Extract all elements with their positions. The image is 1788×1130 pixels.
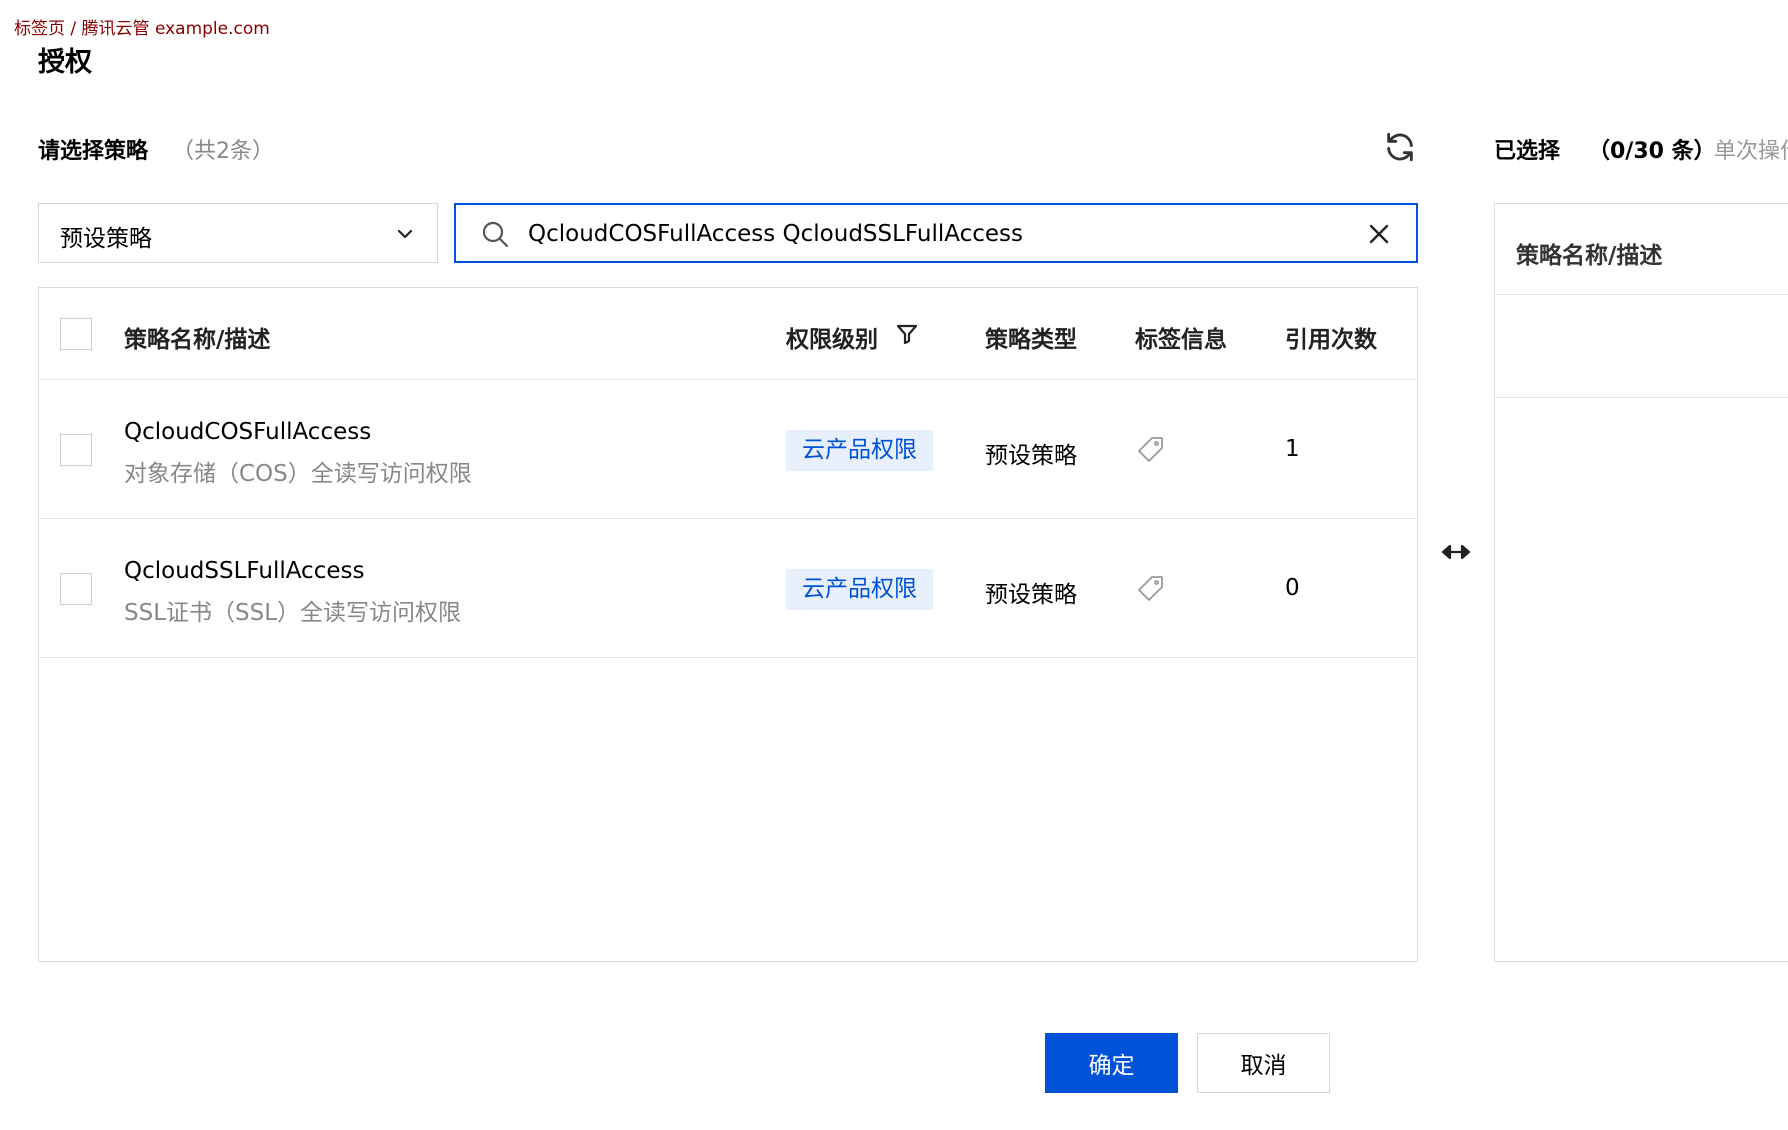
tag-icon[interactable]: [1135, 574, 1165, 604]
table-header: 策略名称/描述 权限级别 策略类型 标签信息 引用次数: [39, 288, 1417, 380]
search-icon: [482, 221, 509, 248]
selected-title: 已选择: [1494, 139, 1561, 164]
policy-type: 预设策略: [985, 443, 1077, 469]
column-header-refs: 引用次数: [1285, 327, 1377, 353]
column-header-level: 权限级别: [786, 327, 878, 353]
policy-section-title: 请选择策略: [38, 139, 149, 164]
row-checkbox[interactable]: [60, 434, 92, 466]
policy-type-value: 预设策略: [60, 226, 152, 252]
permission-level-tag: 云产品权限: [786, 569, 933, 610]
table-row[interactable]: QcloudCOSFullAccess 对象存储（COS）全读写访问权限 云产品…: [39, 380, 1417, 519]
policy-count: （共2条）: [172, 139, 274, 164]
search-input[interactable]: [528, 217, 1308, 251]
policy-description: 对象存储（COS）全读写访问权限: [124, 461, 472, 487]
cancel-button[interactable]: 取消: [1197, 1033, 1330, 1093]
selected-column-header: 策略名称/描述: [1516, 243, 1663, 269]
chevron-down-icon: [397, 229, 413, 239]
reference-count: 0: [1285, 575, 1300, 601]
policy-table: 策略名称/描述 权限级别 策略类型 标签信息 引用次数 QcloudCOSFul…: [38, 287, 1418, 962]
search-box: [454, 203, 1418, 263]
policy-type: 预设策略: [985, 582, 1077, 608]
selected-note: 单次操作: [1714, 139, 1788, 164]
filter-icon[interactable]: [895, 322, 919, 346]
dialog-title: 授权: [38, 47, 92, 78]
confirm-button[interactable]: 确定: [1045, 1033, 1178, 1093]
selected-count: （0/30 条）: [1588, 139, 1716, 164]
tag-icon[interactable]: [1135, 435, 1165, 465]
policy-description: SSL证书（SSL）全读写访问权限: [124, 600, 462, 626]
policy-name: QcloudSSLFullAccess: [124, 558, 365, 584]
permission-level-tag: 云产品权限: [786, 430, 933, 471]
selected-table: 策略名称/描述: [1494, 203, 1788, 962]
close-icon[interactable]: [1368, 223, 1390, 245]
reference-count: 1: [1285, 436, 1300, 462]
swap-icon: [1441, 544, 1471, 560]
column-header-name: 策略名称/描述: [124, 327, 271, 353]
policy-name: QcloudCOSFullAccess: [124, 419, 372, 445]
select-all-checkbox[interactable]: [60, 318, 92, 350]
table-row[interactable]: QcloudSSLFullAccess SSL证书（SSL）全读写访问权限 云产…: [39, 519, 1417, 658]
browser-overlay-label: 标签页 / 腾讯云管 example.com: [14, 19, 270, 39]
column-header-type: 策略类型: [985, 327, 1077, 353]
table-divider: [1495, 294, 1788, 295]
row-checkbox[interactable]: [60, 573, 92, 605]
column-header-tags: 标签信息: [1135, 327, 1227, 353]
refresh-icon[interactable]: [1383, 130, 1417, 164]
policy-type-dropdown[interactable]: 预设策略: [38, 203, 438, 263]
table-divider: [1495, 397, 1788, 398]
